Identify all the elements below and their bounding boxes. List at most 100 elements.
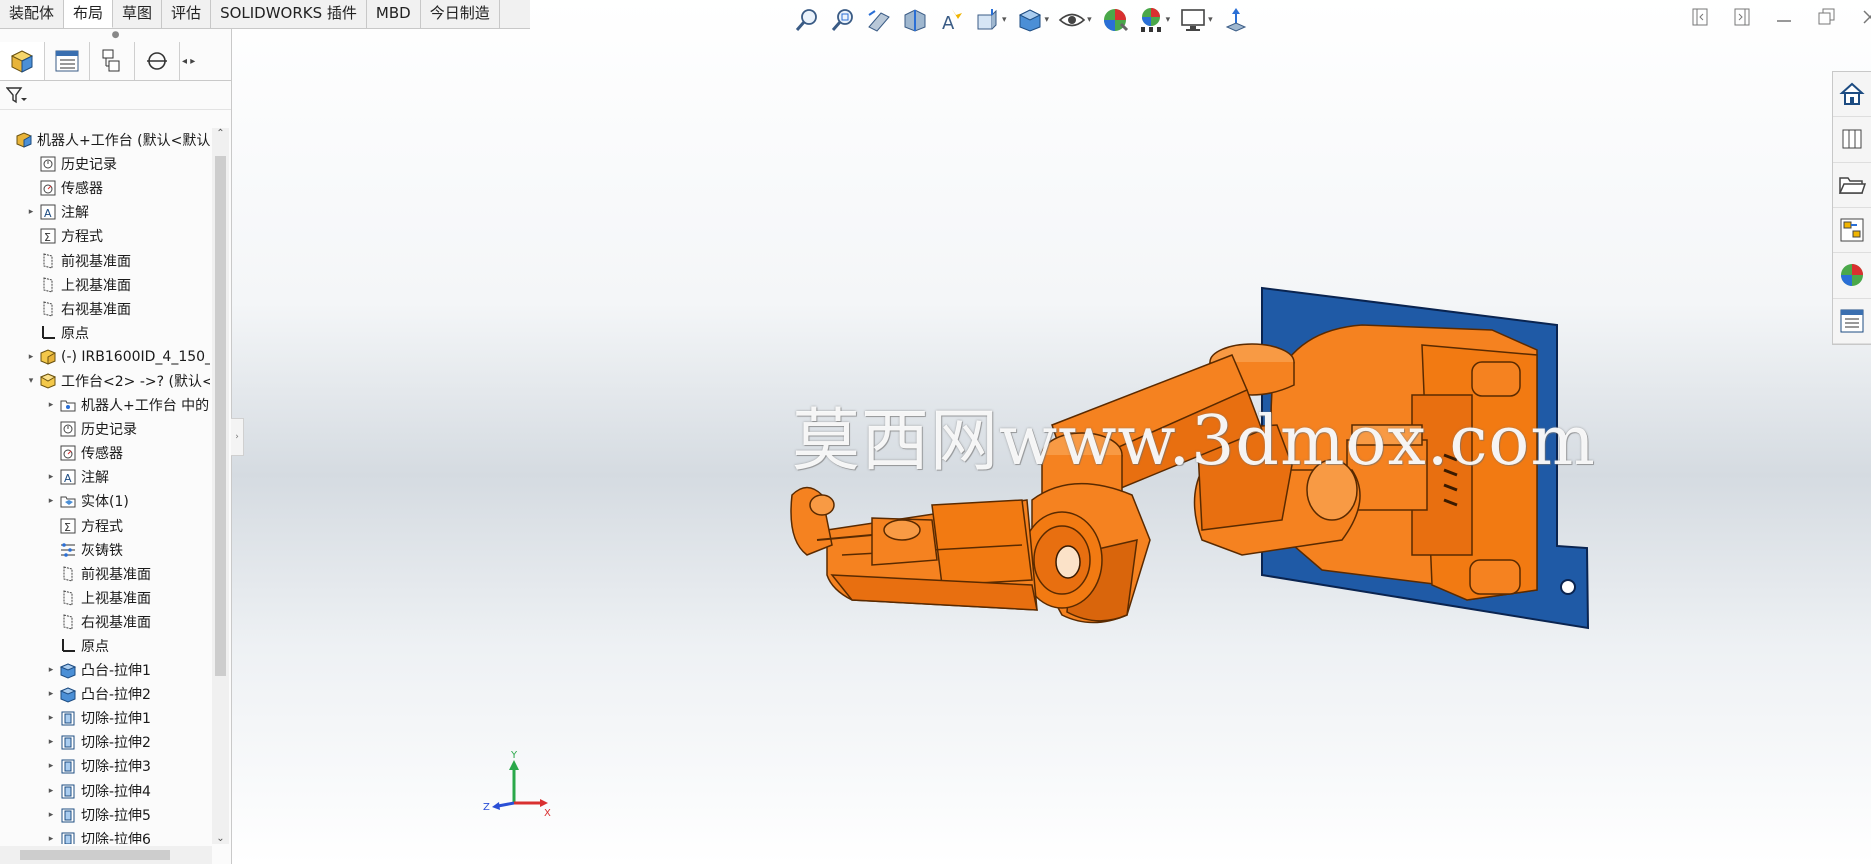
display-style-icon bbox=[1018, 9, 1041, 32]
tree-item-label: 传感器 bbox=[81, 446, 123, 463]
expand-toggle-icon[interactable]: ▸ bbox=[46, 496, 56, 506]
hide-show-items-button[interactable] bbox=[1057, 4, 1087, 36]
tree-item[interactable]: 原点 bbox=[0, 321, 210, 345]
command-manager-tabs: 装配体 布局 草图 评估 SOLIDWORKS 插件 MBD 今日制造 bbox=[0, 0, 530, 29]
tree-item[interactable]: Σ 方程式 bbox=[0, 514, 210, 538]
expand-toggle-icon[interactable]: ▸ bbox=[46, 737, 56, 747]
tree-item[interactable]: 前视基准面 bbox=[0, 562, 210, 586]
tree-item[interactable]: ▸ 机器人+工作台 中的 bbox=[0, 393, 210, 417]
tree-item[interactable]: 原点 bbox=[0, 634, 210, 658]
property-manager-tab[interactable] bbox=[45, 42, 90, 80]
expand-toggle-icon[interactable]: ▸ bbox=[46, 689, 56, 699]
previous-view-button[interactable] bbox=[864, 4, 894, 36]
expand-toggle-icon[interactable]: ▸ bbox=[46, 472, 56, 482]
expand-toggle-icon[interactable]: ▸ bbox=[46, 665, 56, 675]
expand-toggle-icon[interactable]: ▸ bbox=[46, 400, 56, 410]
monitor-icon bbox=[1181, 9, 1205, 31]
command-tab[interactable]: 草图 bbox=[113, 0, 163, 28]
panel-grip[interactable]: ● bbox=[0, 28, 231, 42]
command-tab[interactable]: 装配体 bbox=[0, 0, 65, 28]
sensor-icon bbox=[59, 444, 77, 462]
scroll-up-icon[interactable]: ⌃ bbox=[212, 128, 229, 139]
expand-toggle-icon[interactable]: ▸ bbox=[26, 352, 36, 362]
tree-item[interactable]: ▸ 切除-拉伸4 bbox=[0, 779, 210, 803]
scene-icon bbox=[1140, 8, 1161, 32]
command-tab[interactable]: 今日制造 bbox=[421, 0, 500, 28]
tree-item[interactable]: 历史记录 bbox=[0, 152, 210, 176]
hide-show-dropdown-icon[interactable]: ▾ bbox=[1087, 15, 1092, 25]
configuration-manager-tab[interactable] bbox=[90, 42, 135, 80]
eye-icon bbox=[1058, 13, 1086, 27]
tree-item[interactable]: 历史记录 bbox=[0, 417, 210, 441]
zoom-to-fit-button[interactable] bbox=[792, 4, 822, 36]
filter-icon bbox=[6, 87, 27, 104]
view-settings-dropdown-icon[interactable]: ▾ bbox=[1208, 15, 1213, 25]
scroll-down-icon[interactable]: ⌄ bbox=[212, 833, 229, 844]
tree-item[interactable]: ▸ A 注解 bbox=[0, 465, 210, 489]
expand-toggle-icon[interactable]: ▸ bbox=[46, 810, 56, 820]
tree-vertical-scrollbar[interactable]: ⌃ ⌄ bbox=[212, 128, 229, 844]
tree-item[interactable]: 机器人+工作台 (默认<默认 bbox=[0, 128, 210, 152]
view-settings-button[interactable] bbox=[1178, 4, 1208, 36]
feature-manager-tab[interactable] bbox=[0, 42, 45, 80]
apply-scene-button[interactable] bbox=[1136, 4, 1166, 36]
command-tab[interactable]: SOLIDWORKS 插件 bbox=[211, 0, 367, 28]
tree-item[interactable]: 右视基准面 bbox=[0, 297, 210, 321]
expand-toggle-icon[interactable]: ▸ bbox=[46, 786, 56, 796]
tree-hscroll-thumb[interactable] bbox=[20, 850, 170, 860]
zoom-to-area-button[interactable] bbox=[828, 4, 858, 36]
tree-item[interactable]: ▾ 工作台<2> ->? (默认<- bbox=[0, 369, 210, 393]
tree-scroll-thumb[interactable] bbox=[215, 156, 226, 676]
expand-toggle-icon[interactable]: ▸ bbox=[46, 713, 56, 723]
part-icon bbox=[39, 372, 57, 390]
tree-item-label: 切除-拉伸4 bbox=[81, 783, 151, 800]
tree-item[interactable]: 传感器 bbox=[0, 441, 210, 465]
tree-item[interactable]: 前视基准面 bbox=[0, 248, 210, 272]
command-tab[interactable]: 评估 bbox=[162, 0, 212, 28]
tree-item[interactable]: ▸ 切除-拉伸5 bbox=[0, 803, 210, 827]
tree-item[interactable]: ▸ 凸台-拉伸2 bbox=[0, 682, 210, 706]
tree-item-label: 机器人+工作台 (默认<默认 bbox=[37, 133, 210, 150]
tree-item[interactable]: 右视基准面 bbox=[0, 610, 210, 634]
section-view-button[interactable] bbox=[900, 4, 930, 36]
tree-item[interactable]: 传感器 bbox=[0, 176, 210, 200]
display-style-button[interactable] bbox=[1015, 4, 1045, 36]
boss-extrude-icon bbox=[59, 685, 77, 703]
panel-collapse-handle[interactable]: › bbox=[231, 418, 244, 456]
svg-text:A: A bbox=[942, 13, 955, 33]
edit-appearance-button[interactable] bbox=[1100, 4, 1130, 36]
graphics-viewport[interactable]: A ▾ ▾ ▾ ▾ ▾ 莫西网www.3dmox.com Y X Z bbox=[232, 0, 1871, 864]
tree-horizontal-scrollbar[interactable] bbox=[0, 846, 212, 864]
view-orientation-dropdown-icon[interactable]: ▾ bbox=[1002, 15, 1007, 25]
tree-item[interactable]: ▸ 切除-拉伸2 bbox=[0, 730, 210, 754]
command-tab[interactable]: 布局 bbox=[64, 0, 114, 28]
tree-item[interactable]: 上视基准面 bbox=[0, 586, 210, 610]
tree-item[interactable]: 灰铸铁 bbox=[0, 538, 210, 562]
tree-item[interactable]: ▸ 凸台-拉伸1 bbox=[0, 658, 210, 682]
tree-item[interactable]: ▸ 切除-拉伸6 bbox=[0, 827, 210, 844]
tree-item[interactable]: Σ 方程式 bbox=[0, 224, 210, 248]
tree-item[interactable]: 上视基准面 bbox=[0, 273, 210, 297]
tree-item[interactable]: ▸ 实体(1) bbox=[0, 489, 210, 513]
robot-elbow[interactable] bbox=[1021, 482, 1151, 624]
normal-to-button[interactable] bbox=[1221, 4, 1251, 36]
tree-item[interactable]: ▸ 切除-拉伸1 bbox=[0, 706, 210, 730]
command-tab[interactable]: MBD bbox=[367, 0, 421, 28]
display-style-dropdown-icon[interactable]: ▾ bbox=[1045, 15, 1050, 25]
view-orientation-button[interactable] bbox=[972, 4, 1002, 36]
tree-item-label: 切除-拉伸6 bbox=[81, 831, 151, 844]
expand-toggle-icon[interactable]: ▸ bbox=[46, 761, 56, 771]
tree-item-label: 机器人+工作台 中的 bbox=[81, 398, 210, 415]
tree-item[interactable]: ▸ A 注解 bbox=[0, 200, 210, 224]
manager-tab-scroll[interactable]: ◂ ▸ bbox=[180, 42, 195, 80]
dynamic-annotation-button[interactable]: A bbox=[936, 4, 966, 36]
tree-item[interactable]: ▸ 切除-拉伸3 bbox=[0, 754, 210, 778]
tree-item-label: 灰铸铁 bbox=[81, 542, 123, 559]
expand-toggle-icon[interactable]: ▸ bbox=[46, 834, 56, 844]
tree-filter[interactable] bbox=[0, 81, 231, 110]
scene-dropdown-icon[interactable]: ▾ bbox=[1166, 15, 1171, 25]
expand-toggle-icon[interactable]: ▾ bbox=[26, 376, 36, 386]
dimxpert-manager-tab[interactable] bbox=[135, 42, 180, 80]
tree-item[interactable]: ▸ (-) IRB1600ID_4_150__ bbox=[0, 345, 210, 369]
expand-toggle-icon[interactable]: ▸ bbox=[26, 207, 36, 217]
